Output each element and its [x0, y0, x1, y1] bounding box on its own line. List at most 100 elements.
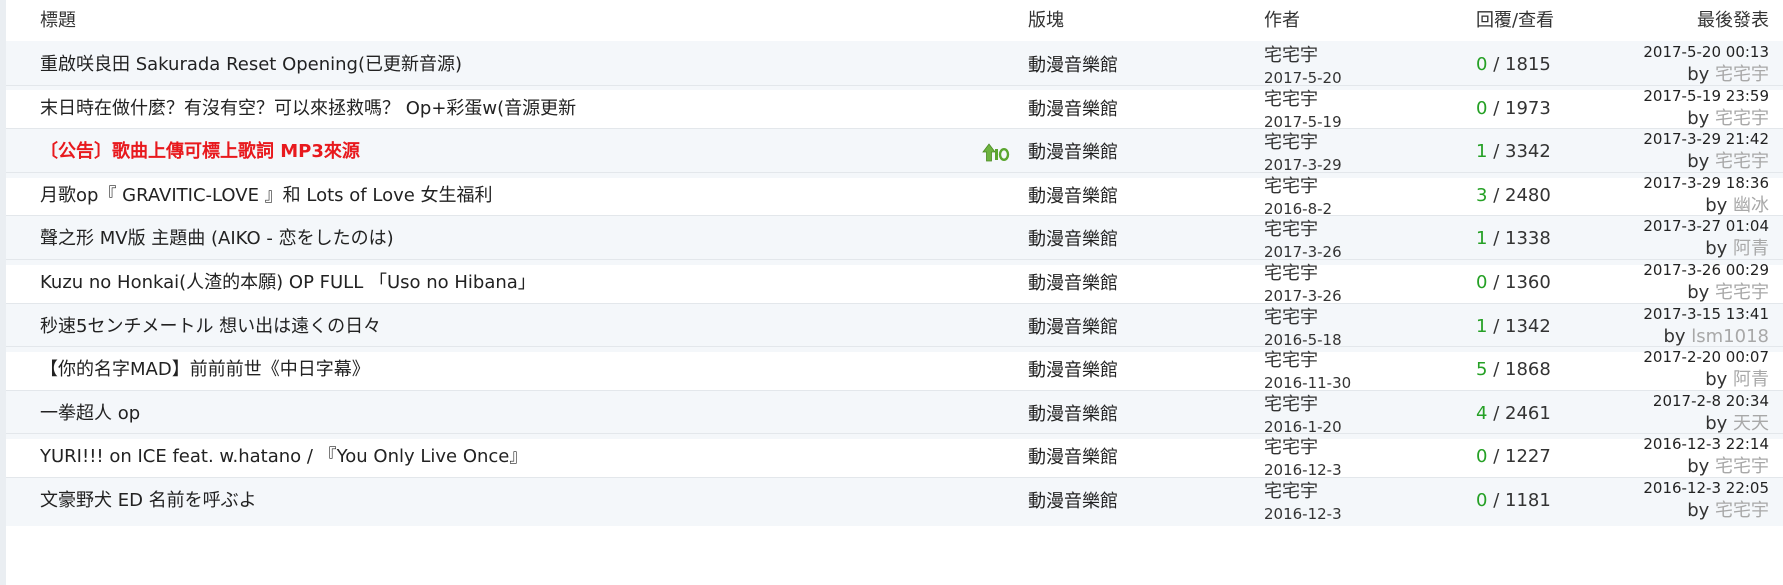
thread-title-link[interactable]: 一拳超人 op: [40, 403, 140, 425]
author-link[interactable]: 宅宅宇: [1264, 351, 1318, 371]
forum-link[interactable]: 動漫音樂館: [1028, 317, 1118, 339]
author-link[interactable]: 宅宅宇: [1264, 89, 1318, 110]
thread-row: 重啟咲良田 Sakurada Reset Opening(已更新音源) 動漫音樂…: [6, 41, 1783, 91]
last-post-time-link[interactable]: 2016-12-3 22:14: [1643, 435, 1769, 454]
last-poster-link[interactable]: 幽冰: [1733, 195, 1769, 216]
forum-link[interactable]: 動漫音樂館: [1028, 229, 1118, 251]
last-post-time-link[interactable]: 2017-3-27 01:04: [1643, 217, 1769, 236]
last-post-time-link[interactable]: 2016-12-3 22:05: [1643, 479, 1769, 498]
stats-separator: /: [1493, 490, 1500, 511]
thread-row: Kuzu no Honkai(人渣的本願) OP FULL 「Uso no Hi…: [6, 259, 1783, 308]
thread-title-link[interactable]: YURI!!! on ICE feat. w.hatano / 『You Onl…: [40, 446, 527, 468]
by-label: by: [1687, 151, 1710, 173]
last-post-time-link[interactable]: 2017-5-20 00:13: [1643, 43, 1769, 62]
last-poster-link[interactable]: 宅宅宇: [1715, 151, 1769, 172]
last-post-time-link[interactable]: 2017-3-29 21:42: [1643, 130, 1769, 149]
thread-title-link[interactable]: Kuzu no Honkai(人渣的本願) OP FULL 「Uso no Hi…: [40, 272, 536, 294]
thread-title-link[interactable]: 聲之形 MV版 主題曲 (AIKO - 恋をしたのは): [40, 228, 394, 250]
author-link[interactable]: 宅宅宇: [1264, 176, 1318, 197]
view-count: 1181: [1505, 490, 1551, 511]
author-link[interactable]: 宅宅宇: [1264, 482, 1318, 502]
forum-link[interactable]: 動漫音樂館: [1028, 447, 1118, 469]
view-count: 2461: [1505, 402, 1551, 424]
last-poster-link[interactable]: lsm1018: [1691, 326, 1769, 347]
last-poster-link[interactable]: 阿青: [1733, 238, 1769, 259]
author-link[interactable]: 宅宅宇: [1264, 438, 1318, 458]
by-label: by: [1705, 369, 1728, 391]
view-count: 3342: [1505, 141, 1551, 163]
last-post-time-link[interactable]: 2017-2-8 20:34: [1653, 392, 1769, 411]
thread-title-link[interactable]: 月歌op『 GRAVITIC-LOVE 』和 Lots of Love 女生福利: [40, 185, 493, 207]
by-label: by: [1687, 282, 1710, 303]
last-poster-link[interactable]: 宅宅宇: [1715, 456, 1769, 477]
reply-count: 5: [1476, 359, 1488, 381]
thread-title-link[interactable]: 重啟咲良田 Sakurada Reset Opening(已更新音源): [40, 54, 462, 76]
reply-view-count: 0 / 1181: [1476, 490, 1551, 512]
reply-count: 0: [1476, 446, 1488, 468]
last-poster: by 阿青: [1705, 238, 1769, 260]
by-label: by: [1687, 500, 1710, 521]
forum-link[interactable]: 動漫音樂館: [1028, 273, 1118, 295]
forum-link[interactable]: 動漫音樂館: [1028, 491, 1118, 513]
last-poster: by 宅宅宇: [1687, 456, 1769, 478]
last-poster: by 宅宅宇: [1687, 151, 1769, 173]
column-header-author: 作者: [1264, 10, 1300, 31]
view-count: 1973: [1505, 97, 1551, 119]
last-poster-link[interactable]: 宅宅宇: [1715, 282, 1769, 303]
stats-separator: /: [1493, 141, 1500, 163]
thread-title-link[interactable]: 秒速5センチメートル 想い出は遠くの日々: [40, 316, 381, 338]
author-link[interactable]: 宅宅宇: [1264, 394, 1318, 415]
last-post-time-link[interactable]: 2017-5-19 23:59: [1643, 87, 1769, 106]
author-link[interactable]: 宅宅宇: [1264, 307, 1318, 328]
author-link[interactable]: 宅宅宇: [1264, 220, 1318, 240]
forum-link[interactable]: 動漫音樂館: [1028, 55, 1118, 77]
stats-separator: /: [1493, 402, 1500, 424]
thread-row: 聲之形 MV版 主題曲 (AIKO - 恋をしたのは) 動漫音樂館 宅宅宇 20…: [6, 215, 1783, 265]
author-link[interactable]: 宅宅宇: [1264, 46, 1318, 66]
reply-view-count: 1 / 1342: [1476, 316, 1551, 338]
forum-link[interactable]: 動漫音樂館: [1028, 186, 1118, 208]
last-post-time-link[interactable]: 2017-3-29 18:36: [1643, 174, 1769, 193]
stats-separator: /: [1493, 315, 1500, 337]
reply-count: 0: [1476, 272, 1488, 293]
forum-link[interactable]: 動漫音樂館: [1028, 142, 1118, 164]
stats-separator: /: [1493, 54, 1500, 75]
thread-title-link[interactable]: 末日時在做什麼？有沒有空？可以來拯救嗎？ Op+彩蛋w(音源更新: [40, 98, 576, 120]
column-header-title: 標題: [40, 10, 76, 31]
stats-separator: /: [1493, 228, 1500, 250]
reply-count: 0: [1476, 97, 1488, 119]
reply-count: 0: [1476, 54, 1488, 75]
last-poster-link[interactable]: 宅宅宇: [1715, 500, 1769, 521]
forum-link[interactable]: 動漫音樂館: [1028, 404, 1118, 426]
reply-count: 4: [1476, 402, 1488, 424]
thread-row: 一拳超人 op 動漫音樂館 宅宅宇 2016-1-20 4 / 2461 201…: [6, 389, 1783, 440]
last-poster-link[interactable]: 天天: [1733, 413, 1769, 434]
by-label: by: [1705, 194, 1728, 216]
thread-title-link[interactable]: 文豪野犬 ED 名前を呼ぶよ: [40, 490, 257, 512]
last-poster-link[interactable]: 阿青: [1733, 369, 1769, 390]
column-header-last-post: 最後發表: [1697, 10, 1769, 31]
forum-link[interactable]: 動漫音樂館: [1028, 360, 1118, 382]
author-link[interactable]: 宅宅宇: [1264, 133, 1318, 153]
reply-count: 1: [1476, 228, 1488, 250]
last-post-time-link[interactable]: 2017-3-15 13:41: [1643, 305, 1769, 324]
thread-row: 〔公告〕歌曲上傳可標上歌詞 MP3來源 動漫音樂館 宅宅宇 2017-3-29 …: [6, 128, 1783, 178]
reply-view-count: 4 / 2461: [1476, 403, 1551, 425]
stats-separator: /: [1493, 446, 1500, 468]
last-post-time-link[interactable]: 2017-3-26 00:29: [1643, 261, 1769, 280]
reply-view-count: 0 / 1227: [1476, 446, 1551, 468]
last-poster: by 宅宅宇: [1687, 500, 1769, 522]
last-poster: by 宅宅宇: [1687, 282, 1769, 304]
thread-list-header: 標題 版塊 作者 回覆/查看 最後發表: [6, 0, 1783, 41]
reply-view-count: 1 / 1338: [1476, 228, 1551, 250]
last-post-time-link[interactable]: 2017-2-20 00:07: [1643, 348, 1769, 367]
last-poster-link[interactable]: 宅宅宇: [1715, 64, 1769, 85]
author-link[interactable]: 宅宅宇: [1264, 264, 1318, 284]
stats-separator: /: [1493, 272, 1500, 293]
reply-view-count: 3 / 2480: [1476, 185, 1551, 207]
thread-title-link[interactable]: 【你的名字MAD】前前前世《中日字幕》: [40, 359, 370, 381]
forum-link[interactable]: 動漫音樂館: [1028, 99, 1118, 121]
thread-title-link[interactable]: 〔公告〕歌曲上傳可標上歌詞 MP3來源: [40, 141, 360, 163]
last-poster-link[interactable]: 宅宅宇: [1715, 108, 1769, 129]
post-date: 2016-12-3: [1264, 505, 1342, 523]
